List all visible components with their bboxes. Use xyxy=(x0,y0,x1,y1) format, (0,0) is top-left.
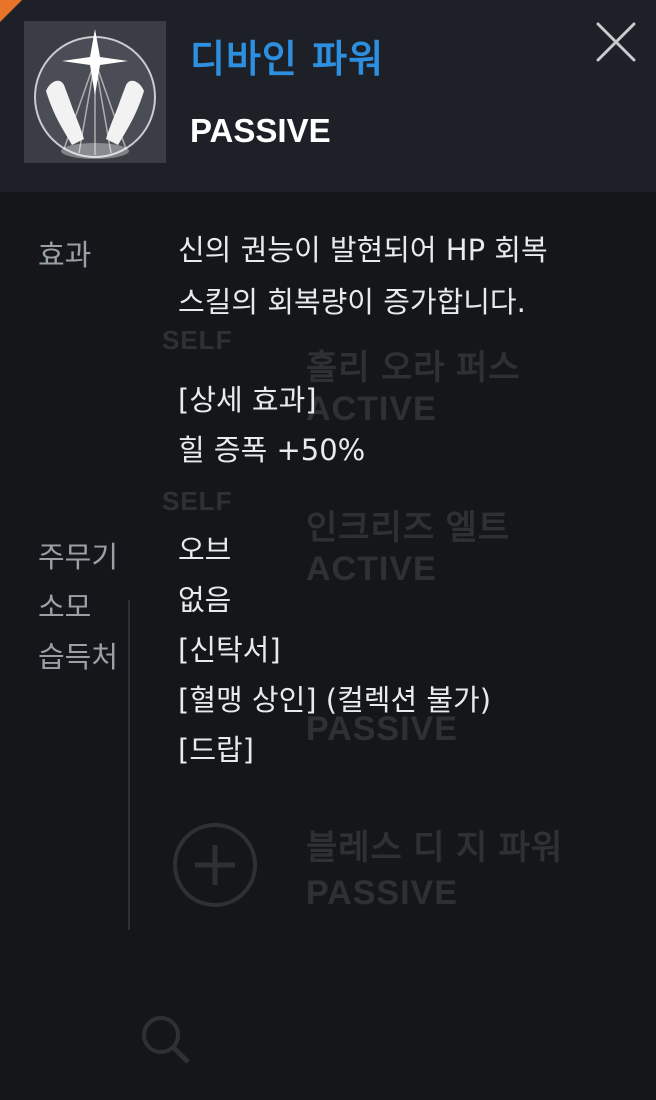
cost-label: 소모 xyxy=(38,590,92,624)
skill-name: 디바인 파워 xyxy=(190,37,385,81)
source-line-1: [신탁서] xyxy=(178,633,281,667)
source-line-3: [드랍] xyxy=(178,733,254,767)
effect-label: 효과 xyxy=(38,238,92,272)
detail-effect-value: 힐 증폭 +50% xyxy=(178,433,366,467)
skill-details: 효과 신의 권능이 발현되어 HP 회복 스킬의 회복량이 증가합니다. [상세… xyxy=(0,192,656,1100)
cost-value: 없음 xyxy=(178,583,232,617)
effect-line-2: 스킬의 회복량이 증가합니다. xyxy=(178,285,526,319)
weapon-value: 오브 xyxy=(178,533,232,567)
source-line-2: [혈맹 상인] (컬렉션 불가) xyxy=(178,683,492,717)
detail-effect-heading: [상세 효과] xyxy=(178,383,317,417)
skill-type: PASSIVE xyxy=(190,112,331,149)
weapon-label: 주무기 xyxy=(38,540,119,574)
corner-marker xyxy=(0,0,22,22)
divine-power-skill-icon xyxy=(24,21,166,163)
effect-line-1: 신의 권능이 발현되어 HP 회복 xyxy=(178,233,548,267)
source-label: 습득처 xyxy=(38,640,119,674)
skill-header: 디바인 파워 PASSIVE xyxy=(0,0,656,192)
close-button[interactable] xyxy=(594,20,638,64)
skill-detail-popup: SELF 홀리 오라 퍼스 ACTIVE SELF 인크리즈 엘트 ACTIVE… xyxy=(0,0,656,1100)
close-icon[interactable] xyxy=(594,20,638,64)
